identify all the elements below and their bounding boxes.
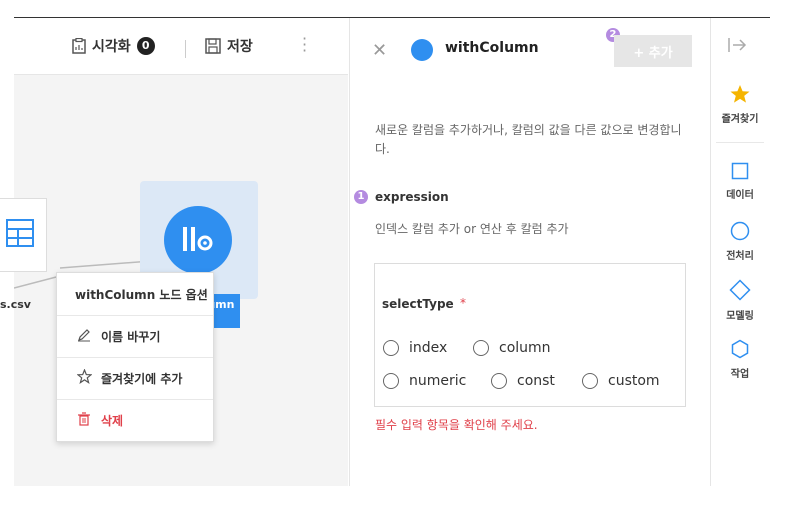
radio-circle[interactable] [582, 373, 598, 389]
close-icon[interactable]: ✕ [372, 40, 387, 61]
pencil-icon [75, 328, 93, 345]
radio-custom[interactable]: custom [582, 373, 660, 389]
sidebar-item-modeling[interactable]: 모델링 [710, 279, 770, 322]
trash-icon [75, 411, 93, 429]
sidebar-item-favorites[interactable]: 즐겨찾기 [710, 84, 770, 125]
circle-icon [730, 221, 750, 241]
more-options-icon[interactable]: · · · [302, 31, 307, 59]
add-favorite-menu-item[interactable]: 즐겨찾기에 추가 [57, 357, 213, 400]
radio-const[interactable]: const [491, 373, 555, 389]
radio-circle[interactable] [491, 373, 507, 389]
save-button[interactable]: 저장 [205, 36, 253, 56]
toolbar-divider [185, 40, 186, 58]
withcolumn-node-circle[interactable] [164, 206, 232, 274]
csv-node[interactable] [0, 198, 47, 272]
rename-menu-item[interactable]: 이름 바꾸기 [57, 315, 213, 358]
column-gear-icon [183, 227, 213, 251]
expression-label: expression [375, 190, 449, 204]
star-outline-icon [75, 368, 93, 387]
csv-node-label: s.csv [0, 298, 31, 311]
expression-help-text: 인덱스 칼럼 추가 or 연산 후 칼럼 추가 [375, 222, 569, 236]
diamond-icon [729, 279, 751, 301]
add-button[interactable]: + 추가 [614, 35, 692, 67]
radio-circle[interactable] [383, 373, 399, 389]
visualize-button[interactable]: 시각화 0 [72, 36, 155, 56]
hexagon-icon [731, 339, 749, 359]
context-menu-title: withColumn 노드 옵션 [57, 273, 213, 316]
visualize-count-badge: 0 [136, 37, 155, 55]
radio-numeric[interactable]: numeric [383, 373, 466, 389]
clipboard-icon [72, 38, 86, 54]
delete-menu-item[interactable]: 삭제 [57, 399, 213, 441]
sidebar-item-job[interactable]: 작업 [710, 339, 770, 380]
canvas-toolbar: 시각화 0 저장 · · · [14, 18, 348, 75]
radio-index[interactable]: index [383, 340, 447, 356]
collapse-panel-icon[interactable] [727, 37, 747, 58]
error-message: 필수 입력 항목을 확인해 주세요. [375, 418, 538, 432]
star-icon [730, 85, 750, 103]
sidebar-divider [716, 142, 764, 143]
step-badge-1: 1 [354, 190, 368, 204]
square-icon [731, 162, 749, 180]
radio-column[interactable]: column [473, 340, 551, 356]
panel-title: withColumn [445, 40, 539, 56]
node-context-menu: withColumn 노드 옵션 이름 바꾸기 즐겨찾기에 추가 삭제 [56, 272, 214, 442]
sidebar-item-data[interactable]: 데이터 [710, 162, 770, 201]
floppy-disk-icon [205, 38, 221, 54]
select-type-label: selectType [382, 297, 454, 311]
panel-description: 새로운 칼럼을 추가하거나, 칼럼의 값을 다른 값으로 변경합니다. [375, 123, 682, 156]
sidebar-item-preprocessing[interactable]: 전처리 [710, 221, 770, 262]
visualize-label: 시각화 [92, 39, 131, 55]
save-label: 저장 [227, 39, 253, 55]
radio-circle[interactable] [383, 340, 399, 356]
radio-circle[interactable] [473, 340, 489, 356]
node-color-dot [411, 39, 433, 61]
required-mark: * [460, 296, 466, 310]
table-icon [6, 219, 34, 247]
